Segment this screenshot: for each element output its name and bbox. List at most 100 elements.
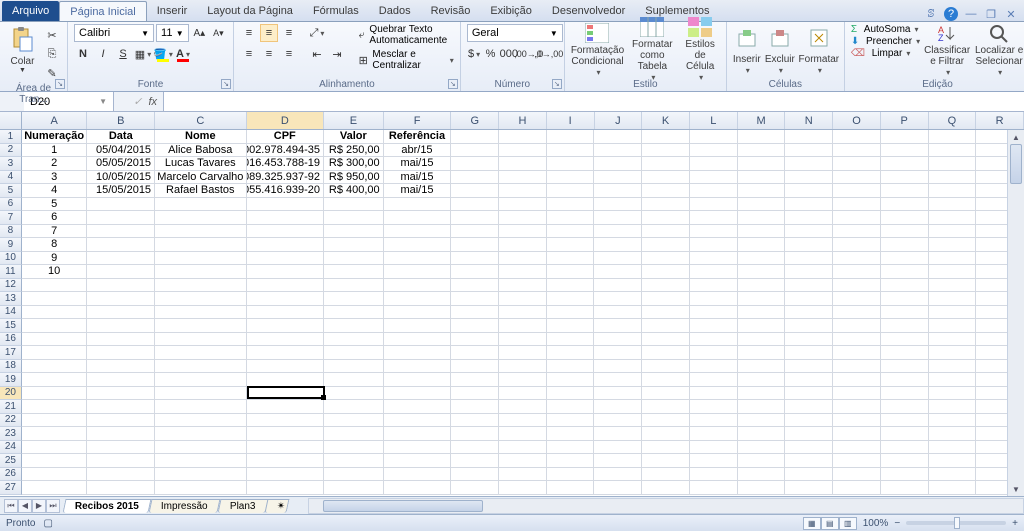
col-header[interactable]: D (247, 112, 325, 129)
cell[interactable] (451, 346, 499, 360)
cell[interactable] (594, 225, 642, 239)
cell[interactable]: Nome (155, 130, 246, 144)
tab-insert[interactable]: Inserir (147, 1, 198, 21)
cell[interactable] (499, 130, 547, 144)
cell[interactable] (833, 400, 881, 414)
row-header[interactable]: 27 (0, 481, 22, 495)
cell[interactable] (738, 144, 786, 158)
cell[interactable] (738, 454, 786, 468)
cell[interactable] (547, 441, 595, 455)
cell[interactable] (690, 238, 738, 252)
cell[interactable] (547, 400, 595, 414)
cell[interactable] (785, 468, 833, 482)
cell[interactable] (785, 333, 833, 347)
grid-row[interactable]: 26 (0, 468, 1024, 482)
decrease-indent-button[interactable]: ⇤ (308, 45, 326, 63)
cell[interactable] (690, 333, 738, 347)
cell[interactable] (87, 333, 155, 347)
cell[interactable] (690, 279, 738, 293)
cell[interactable] (929, 157, 977, 171)
dialog-launcher-icon[interactable]: ↘ (221, 79, 231, 89)
cell[interactable] (247, 481, 325, 495)
cell[interactable] (738, 198, 786, 212)
row-header[interactable]: 26 (0, 468, 22, 482)
cell[interactable] (881, 130, 929, 144)
row-header[interactable]: 19 (0, 373, 22, 387)
cell[interactable] (499, 373, 547, 387)
cell[interactable] (594, 292, 642, 306)
fill-color-button[interactable]: 🪣 (154, 45, 172, 63)
cell[interactable]: 089.325.937-92 (247, 171, 325, 185)
cell[interactable] (499, 481, 547, 495)
cell[interactable] (22, 387, 88, 401)
cell[interactable] (690, 171, 738, 185)
cell[interactable] (738, 333, 786, 347)
cell[interactable] (690, 373, 738, 387)
col-header[interactable]: M (738, 112, 786, 129)
grid-row[interactable]: 87 (0, 225, 1024, 239)
cell[interactable] (451, 184, 499, 198)
cell[interactable] (247, 468, 325, 482)
cell[interactable] (451, 333, 499, 347)
grow-font-button[interactable]: A▴ (191, 24, 208, 42)
row-header[interactable]: 8 (0, 225, 22, 239)
cell[interactable] (594, 144, 642, 158)
cell[interactable] (247, 427, 325, 441)
cell[interactable] (87, 319, 155, 333)
cell[interactable] (881, 414, 929, 428)
row-header[interactable]: 9 (0, 238, 22, 252)
clear-button[interactable]: ⌫ Limpar (851, 48, 920, 59)
cell[interactable] (738, 346, 786, 360)
cell[interactable] (22, 279, 88, 293)
cell[interactable] (785, 184, 833, 198)
cell[interactable] (785, 441, 833, 455)
cell[interactable] (642, 157, 690, 171)
orientation-button[interactable]: ⤢ (308, 24, 326, 42)
cell[interactable] (87, 238, 155, 252)
cell[interactable] (642, 481, 690, 495)
cell[interactable] (499, 252, 547, 266)
cell[interactable] (833, 441, 881, 455)
cell[interactable] (881, 306, 929, 320)
cell[interactable] (499, 171, 547, 185)
cell[interactable] (547, 306, 595, 320)
cell[interactable]: 15/05/2015 (87, 184, 155, 198)
cell[interactable] (87, 292, 155, 306)
cell[interactable] (547, 171, 595, 185)
cell[interactable] (642, 360, 690, 374)
col-header[interactable]: B (87, 112, 155, 129)
cell[interactable] (738, 387, 786, 401)
cell[interactable] (324, 306, 384, 320)
minimize-ribbon-icon[interactable]: ꕷ (924, 7, 938, 21)
merge-center-button[interactable]: ⊞Mesclar e Centralizar (356, 49, 454, 71)
cell[interactable] (642, 373, 690, 387)
cell[interactable] (929, 427, 977, 441)
wrap-text-button[interactable]: ⤶Quebrar Texto Automaticamente (356, 24, 454, 46)
grid-row[interactable]: 15 (0, 319, 1024, 333)
cell[interactable] (738, 319, 786, 333)
cell[interactable] (22, 427, 88, 441)
grid-row[interactable]: 98 (0, 238, 1024, 252)
font-color-button[interactable]: A (174, 45, 192, 63)
cell[interactable] (451, 373, 499, 387)
cell[interactable] (785, 157, 833, 171)
cell[interactable] (833, 265, 881, 279)
cell[interactable] (881, 400, 929, 414)
cell[interactable] (384, 400, 452, 414)
zoom-out-button[interactable]: − (894, 518, 900, 529)
grid-row[interactable]: 24 (0, 441, 1024, 455)
grid-row[interactable]: 3205/05/2015Lucas Tavares016.453.788-19R… (0, 157, 1024, 171)
cell[interactable]: abr/15 (384, 144, 452, 158)
cell[interactable] (738, 157, 786, 171)
cell[interactable] (738, 211, 786, 225)
tab-review[interactable]: Revisão (421, 1, 481, 21)
cell[interactable] (785, 427, 833, 441)
cell[interactable] (22, 441, 88, 455)
cell[interactable] (929, 333, 977, 347)
cell[interactable]: 055.416.939-20 (247, 184, 325, 198)
grid-row[interactable]: 76 (0, 211, 1024, 225)
cell[interactable] (155, 279, 246, 293)
cell[interactable] (833, 454, 881, 468)
file-tab[interactable]: Arquivo (2, 1, 59, 21)
grid-row[interactable]: 1NumeraçãoDataNomeCPFValorReferência (0, 130, 1024, 144)
